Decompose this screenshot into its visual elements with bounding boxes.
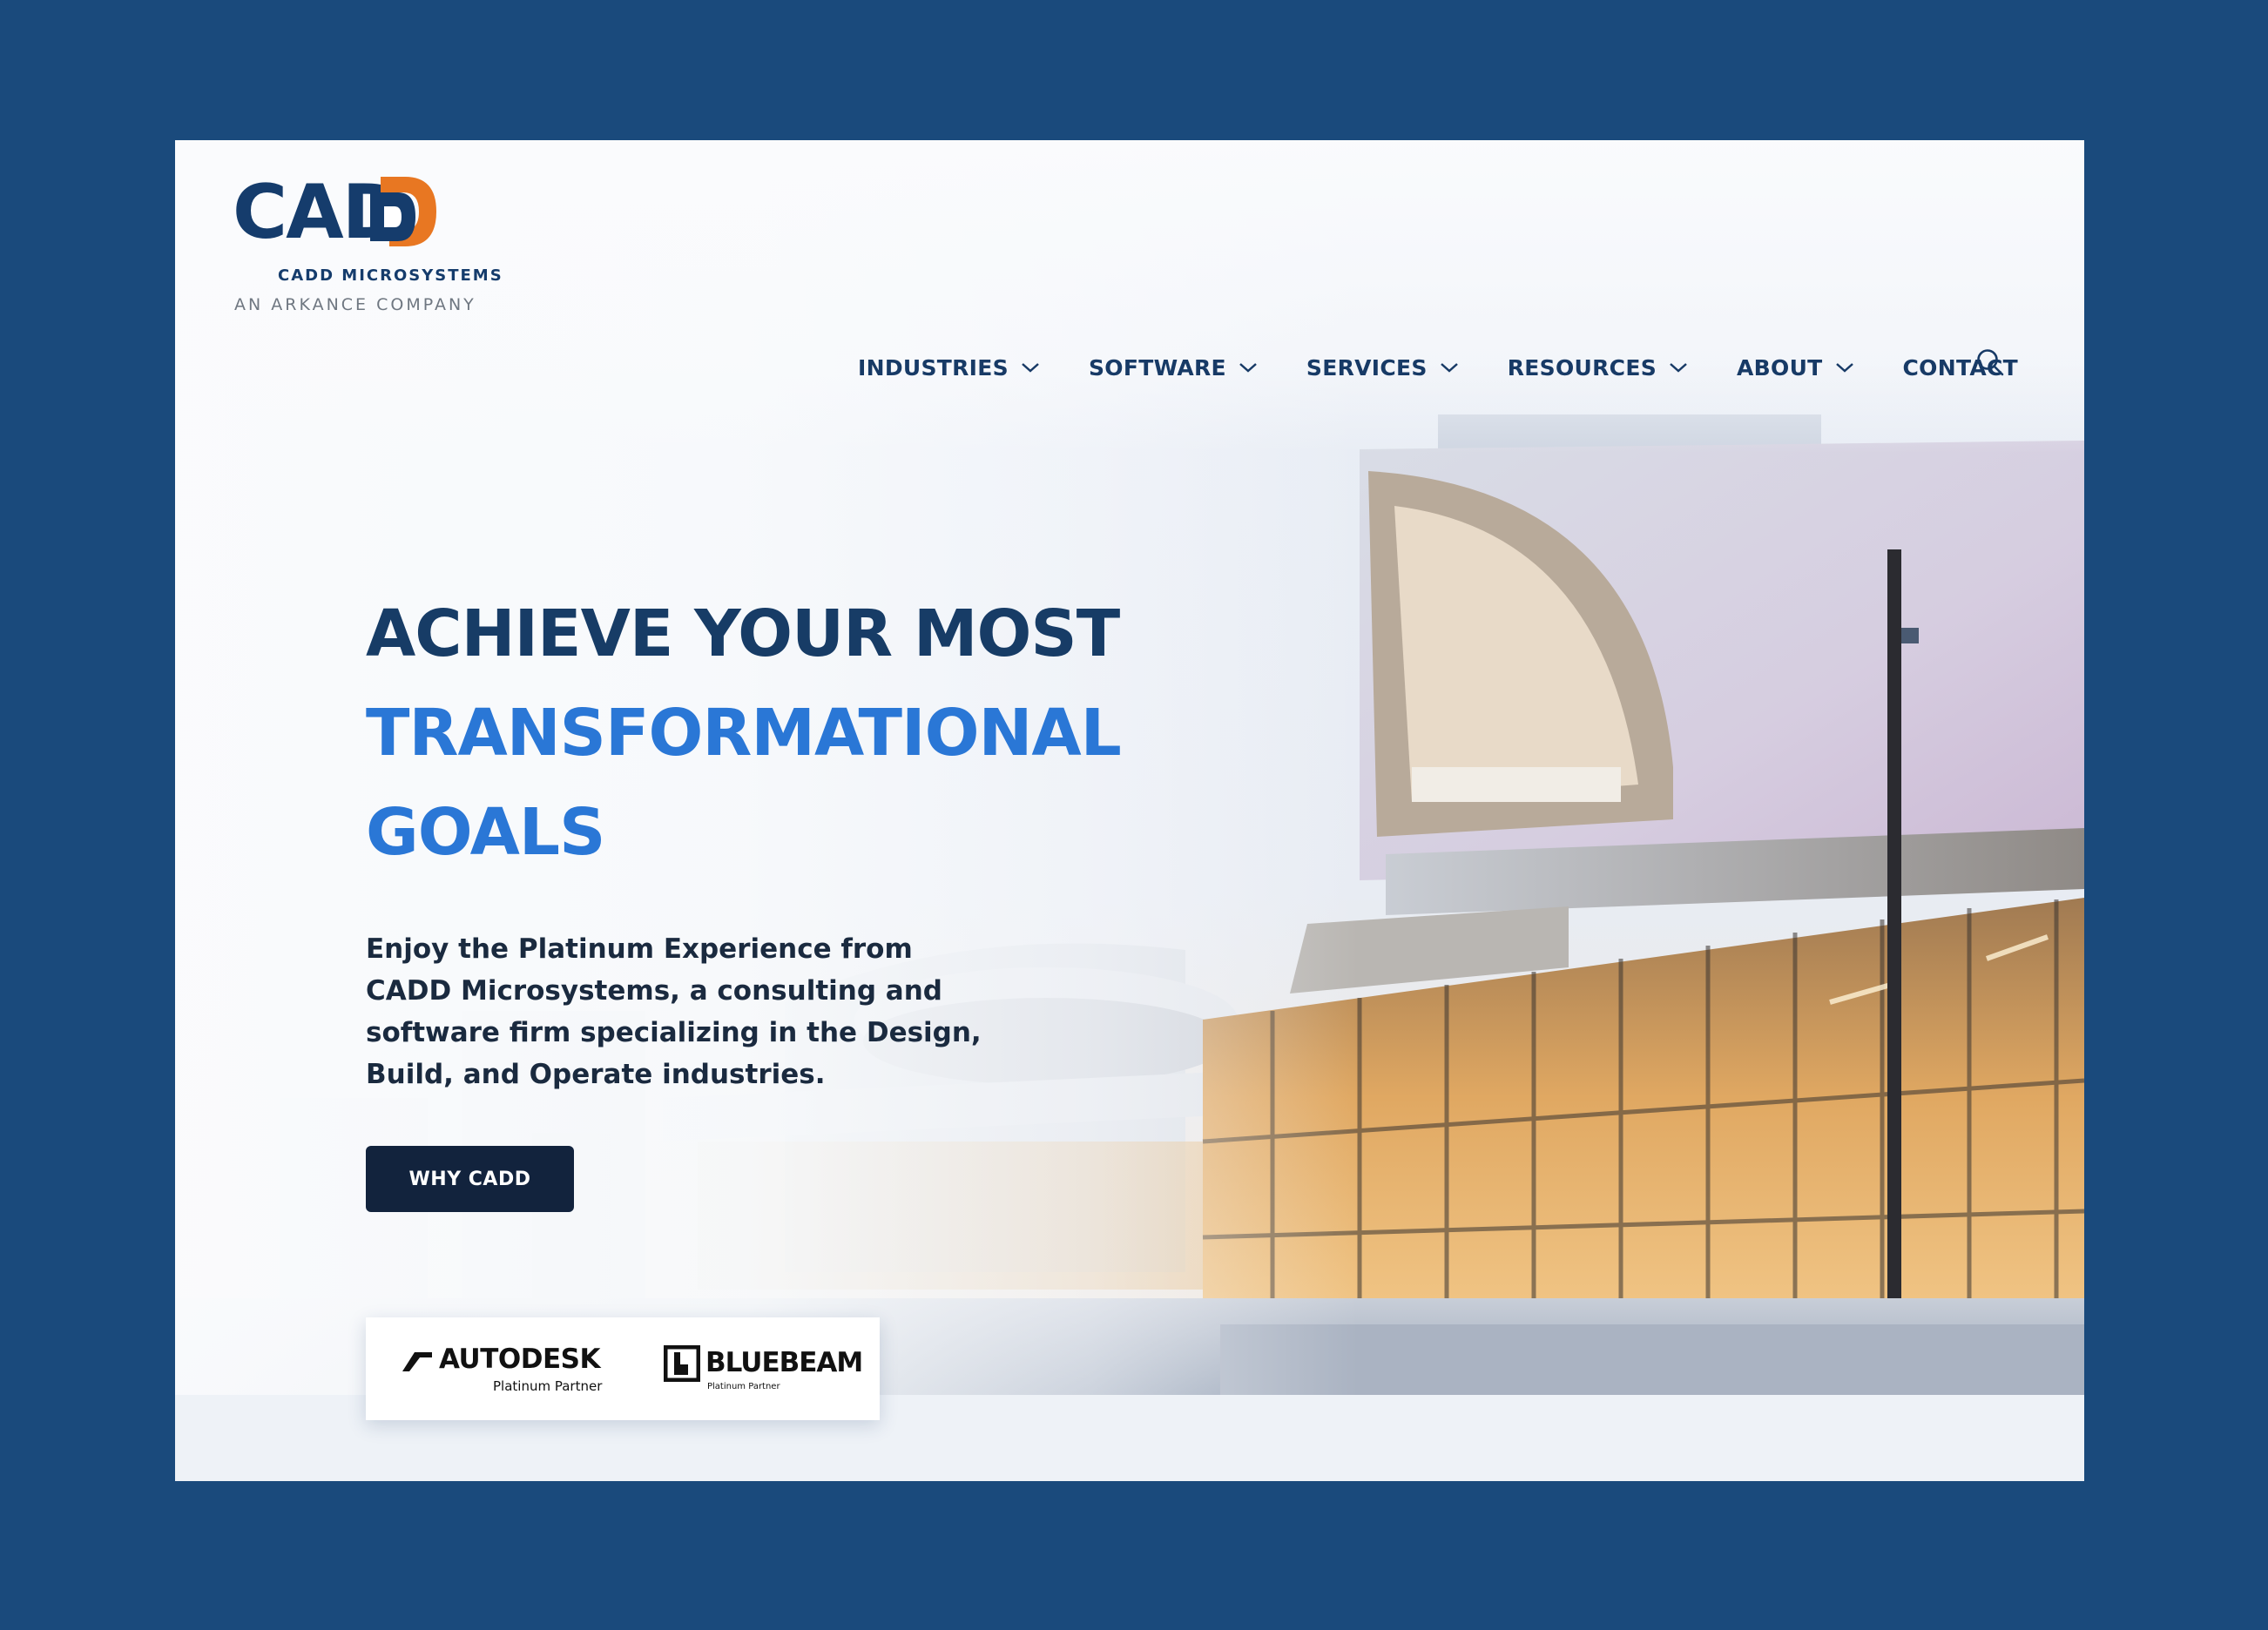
logo-company-name: CADD MICROSYSTEMS <box>278 266 503 285</box>
hero-lead-paragraph: Enjoy the Platinum Experience from CADD … <box>366 933 982 1090</box>
hero-headline-line1: ACHIEVE YOUR MOST <box>366 596 1120 671</box>
cadd-logo-mark-icon: CAD <box>233 169 436 256</box>
nav-item-label: INDUSTRIES <box>858 354 1009 381</box>
nav-item-resources[interactable]: RESOURCES <box>1508 355 1688 381</box>
nav-item-label: ABOUT <box>1737 354 1823 381</box>
chevron-down-icon <box>1835 363 1853 373</box>
partner-name: AUTODESK <box>439 1344 600 1375</box>
partner-tag: Platinum Partner <box>493 1378 603 1394</box>
search-button[interactable] <box>1975 347 2005 377</box>
nav-item-software[interactable]: SOFTWARE <box>1089 355 1258 381</box>
partner-name: BLUEBEAM <box>705 1347 863 1378</box>
cadd-logo[interactable]: CAD CADD MICROSYSTEMS AN ARKANCE COMPANY <box>233 166 503 314</box>
nav-item-label: SERVICES <box>1306 354 1428 381</box>
browser-frame: CAD CADD MICROSYSTEMS AN ARKANCE COMPANY… <box>175 140 2084 1481</box>
chevron-down-icon <box>1670 363 1687 373</box>
logo-parent-company: AN ARKANCE COMPANY <box>234 295 476 314</box>
partner-badges: AUTODESK Platinum Partner BLUEBEAM Plati… <box>366 1317 880 1420</box>
chevron-down-icon <box>1022 363 1039 373</box>
hero-section: CAD CADD MICROSYSTEMS AN ARKANCE COMPANY… <box>175 140 2084 1395</box>
nav-item-about[interactable]: ABOUT <box>1737 355 1854 381</box>
bluebeam-logo-icon <box>664 1345 700 1382</box>
hero-headline-line2: TRANSFORMATIONAL <box>366 696 1122 771</box>
nav-item-services[interactable]: SERVICES <box>1306 355 1459 381</box>
chevron-down-icon <box>1440 363 1458 373</box>
hero-headline: ACHIEVE YOUR MOST TRANSFORMATIONAL GOALS <box>366 584 1122 882</box>
why-cadd-button[interactable]: WHY CADD <box>366 1146 574 1212</box>
nav-item-label: SOFTWARE <box>1088 354 1226 381</box>
main-nav: INDUSTRIES SOFTWARE SERVICES RESOURCES A… <box>858 337 2067 398</box>
search-icon <box>1977 349 2004 376</box>
nav-item-industries[interactable]: INDUSTRIES <box>858 355 1040 381</box>
autodesk-logo-icon <box>402 1352 432 1371</box>
nav-item-label: RESOURCES <box>1507 354 1657 381</box>
chevron-down-icon <box>1239 363 1257 373</box>
hero-headline-line3: GOALS <box>366 795 605 870</box>
partner-tag: Platinum Partner <box>707 1382 780 1391</box>
